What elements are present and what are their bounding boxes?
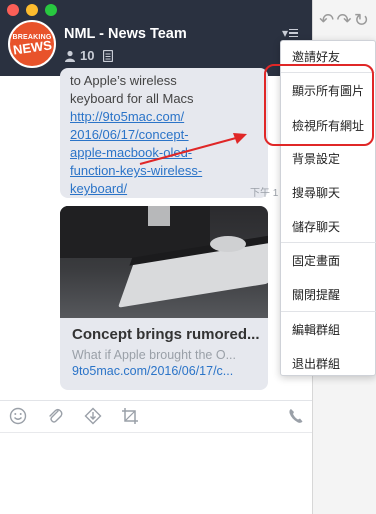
group-avatar[interactable]: BREAKING NEWS	[8, 20, 56, 68]
composer[interactable]	[0, 400, 312, 514]
undo-icon[interactable]: ↶	[319, 10, 334, 31]
message-time: 下午 1	[250, 188, 279, 199]
menu-item-pin-screen[interactable]: 固定畫面	[281, 247, 376, 273]
avatar-text-line2: NEWS	[11, 36, 53, 58]
message-link[interactable]: apple-macbook-oled-	[70, 144, 258, 162]
person-icon[interactable]	[64, 50, 76, 62]
link-preview-url[interactable]: 9to5mac.com/2016/06/17/c...	[72, 364, 233, 378]
menu-item-search-chat[interactable]: 搜尋聊天	[281, 179, 376, 205]
composer-toolbar	[0, 401, 312, 433]
menu-item-turn-off-notifications[interactable]: 關閉提醒	[281, 281, 376, 307]
menu-item-background-settings[interactable]: 背景設定	[281, 145, 376, 171]
download-icon[interactable]	[84, 407, 102, 425]
message-link[interactable]: http://9to5mac.com/	[70, 108, 258, 126]
crop-icon[interactable]	[121, 407, 139, 425]
link-preview-description: What if Apple brought the O...	[72, 348, 236, 362]
link-preview-card[interactable]: Concept brings rumored... What if Apple …	[60, 206, 268, 390]
message-link[interactable]: 2016/06/17/concept-	[70, 126, 258, 144]
message-bubble: to Apple’s wireless keyboard for all Mac…	[60, 68, 268, 198]
background-toolbar: ↶ ↷ ↻	[312, 0, 376, 40]
chevron-down-icon: ▾	[282, 26, 289, 40]
hamburger-icon	[289, 28, 299, 38]
message-text: to Apple’s wireless	[70, 73, 177, 88]
imac-stand-shape	[148, 206, 170, 226]
redo-icon[interactable]: ↷	[336, 10, 351, 31]
annotation-highlight	[264, 64, 374, 146]
notes-icon[interactable]	[103, 49, 114, 62]
window-controls	[7, 4, 57, 16]
mouse-shape	[210, 236, 246, 252]
close-button[interactable]	[7, 4, 19, 16]
message-link[interactable]: function-keys-wireless-	[70, 162, 258, 180]
refresh-icon[interactable]: ↻	[354, 10, 369, 31]
menu-item-edit-group[interactable]: 編輯群組	[281, 316, 376, 342]
group-title[interactable]: NML - News Team	[64, 26, 187, 42]
menu-button[interactable]: ▾	[282, 26, 299, 40]
member-info: 10	[64, 48, 114, 63]
message-text: keyboard for all Macs	[70, 91, 194, 106]
menu-separator	[281, 311, 376, 312]
menu-separator	[281, 242, 376, 243]
link-preview-image	[60, 206, 268, 318]
zoom-button[interactable]	[45, 4, 57, 16]
menu-item-save-chat[interactable]: 儲存聊天	[281, 213, 376, 239]
minimize-button[interactable]	[26, 4, 38, 16]
member-count[interactable]: 10	[80, 48, 94, 63]
attach-icon[interactable]	[46, 407, 64, 425]
menu-item-leave-group[interactable]: 退出群組	[281, 350, 376, 376]
chat-header: BREAKING NEWS NML - News Team 10 ▾	[0, 0, 312, 76]
emoji-icon[interactable]	[9, 407, 27, 425]
message-link[interactable]: keyboard/	[70, 180, 258, 198]
phone-icon[interactable]	[287, 407, 305, 425]
link-preview-title: Concept brings rumored...	[72, 326, 260, 343]
